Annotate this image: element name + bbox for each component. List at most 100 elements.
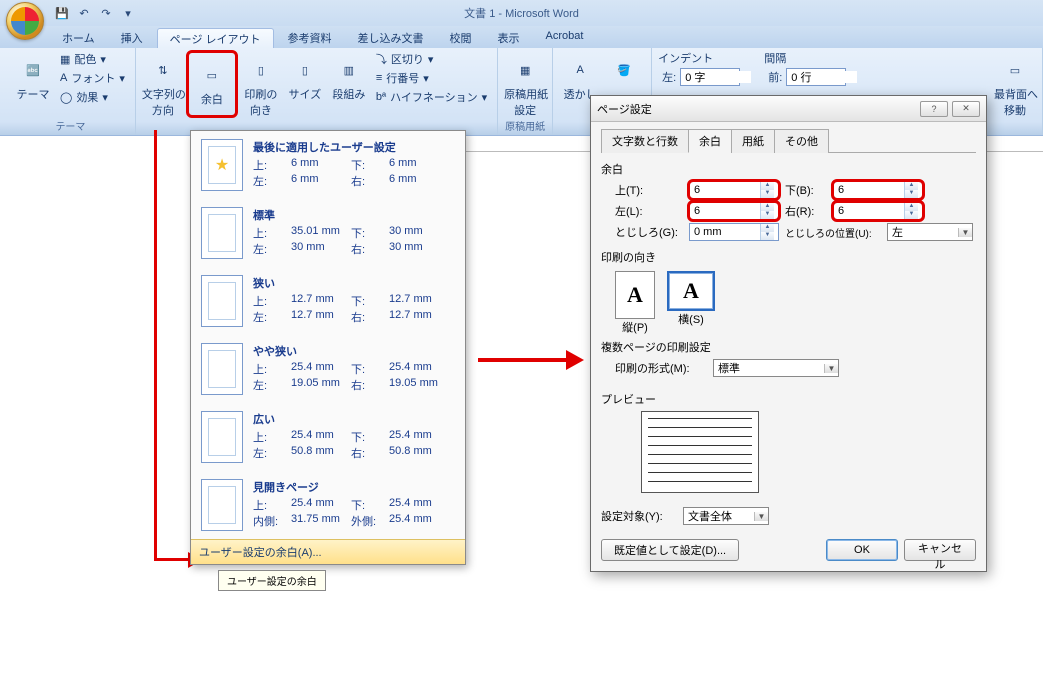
dlg-tab-other[interactable]: その他: [774, 129, 829, 153]
group-manuscript: ▦ 原稿用紙 設定 原稿用紙: [498, 48, 553, 135]
group-themes: 🔤 テーマ ▦配色▾ Aフォント▾ ◯効果▾ テーマ: [6, 48, 136, 135]
page-icon: [201, 343, 243, 395]
margin-right-field[interactable]: ▲▼: [833, 202, 923, 220]
group-page-setup: ⇅ 文字列の 方向 ▭ 余白 ▯ 印刷の 向き ▯ サイズ ▥ 段組み: [136, 48, 498, 135]
dlg-tab-chars[interactable]: 文字数と行数: [601, 129, 689, 153]
watermark-icon: A: [564, 54, 596, 86]
tab-page-layout[interactable]: ページ レイアウト: [157, 28, 274, 48]
send-back-icon: ▭: [999, 54, 1031, 86]
gallery-item-narrow[interactable]: 狭い 上:12.7 mm下:12.7 mm 左:12.7 mm右:12.7 mm: [191, 267, 465, 335]
page-icon: [201, 411, 243, 463]
margin-bottom-field[interactable]: ▲▼: [833, 181, 923, 199]
section-multipage-label: 複数ページの印刷設定: [601, 339, 976, 355]
quick-access-toolbar: 💾 ↶ ↷ ▾: [52, 3, 138, 23]
orientation-landscape[interactable]: A 横(S): [667, 271, 715, 335]
text-direction-icon: ⇅: [147, 54, 179, 86]
gutter-field[interactable]: ▲▼: [689, 223, 779, 241]
custom-margins-item[interactable]: ユーザー設定の余白(A)...: [191, 539, 465, 564]
margins-icon: ▭: [196, 59, 228, 91]
line-numbers-icon: ≡: [376, 72, 382, 84]
dlg-tab-margins[interactable]: 余白: [688, 129, 732, 153]
margin-left-field[interactable]: ▲▼: [689, 202, 779, 220]
tab-insert[interactable]: 挿入: [109, 28, 155, 48]
page-star-icon: [201, 139, 243, 191]
margins-button[interactable]: ▭ 余白: [191, 55, 233, 107]
margins-button-highlight: ▭ 余白: [186, 50, 238, 118]
tab-view[interactable]: 表示: [486, 28, 532, 48]
tab-mailings[interactable]: 差し込み文書: [346, 28, 436, 48]
page-color-icon: 🪣: [608, 54, 640, 86]
title-bar: 💾 ↶ ↷ ▾ 文書 1 - Microsoft Word: [0, 0, 1043, 26]
cancel-button[interactable]: キャンセル: [904, 539, 976, 561]
themes-icon: 🔤: [17, 54, 49, 86]
size-icon: ▯: [289, 54, 321, 86]
manuscript-button[interactable]: ▦ 原稿用紙 設定: [504, 50, 546, 118]
size-button[interactable]: ▯ サイズ: [284, 50, 326, 118]
page-spread-icon: [201, 479, 243, 531]
window-title: 文書 1 - Microsoft Word: [464, 5, 579, 21]
dialog-title: ページ設定: [597, 101, 652, 117]
dialog-help-button[interactable]: ?: [920, 101, 948, 117]
breaks-button[interactable]: ⤵区切り▾: [372, 50, 491, 68]
section-preview-label: プレビュー: [601, 391, 976, 407]
tab-references[interactable]: 参考資料: [276, 28, 344, 48]
tooltip: ユーザー設定の余白: [218, 570, 326, 591]
gallery-item-mirrored[interactable]: 見開きページ 上:25.4 mm下:25.4 mm 内側:31.75 mm外側:…: [191, 471, 465, 539]
breaks-icon: ⤵: [376, 51, 387, 67]
gutter-position-combo[interactable]: 左▼: [887, 223, 973, 241]
tab-acrobat[interactable]: Acrobat: [534, 28, 596, 48]
gallery-item-wide[interactable]: 広い 上:25.4 mm下:25.4 mm 左:50.8 mm右:50.8 mm: [191, 403, 465, 471]
page-icon: [201, 275, 243, 327]
effects-button[interactable]: ◯効果▾: [56, 88, 129, 106]
indent-left-field[interactable]: 左:: [658, 67, 744, 87]
section-margins-label: 余白: [601, 161, 976, 177]
tab-review[interactable]: 校閲: [438, 28, 484, 48]
effects-icon: ◯: [60, 91, 72, 104]
colors-button[interactable]: ▦配色▾: [56, 50, 129, 68]
undo-icon[interactable]: ↶: [74, 3, 94, 23]
qat-customize-icon[interactable]: ▾: [118, 3, 138, 23]
set-default-button[interactable]: 既定値として設定(D)...: [601, 539, 739, 561]
landscape-icon: A: [667, 271, 715, 311]
gallery-item-moderate[interactable]: やや狭い 上:25.4 mm下:25.4 mm 左:19.05 mm右:19.0…: [191, 335, 465, 403]
gallery-item-last-custom[interactable]: 最後に適用したユーザー設定 上:6 mm下:6 mm 左:6 mm右:6 mm: [191, 131, 465, 199]
dlg-tab-paper[interactable]: 用紙: [731, 129, 775, 153]
fonts-button[interactable]: Aフォント▾: [56, 69, 129, 87]
ribbon-tabs: ホーム 挿入 ページ レイアウト 参考資料 差し込み文書 校閲 表示 Acrob…: [0, 26, 1043, 48]
chevron-down-icon: ▼: [958, 228, 972, 237]
manuscript-icon: ▦: [509, 54, 541, 86]
chevron-down-icon: ▼: [824, 364, 838, 373]
spacing-before-field[interactable]: 前:: [764, 67, 850, 87]
section-orientation-label: 印刷の向き: [601, 249, 976, 265]
multipage-combo[interactable]: 標準▼: [713, 359, 839, 377]
annotation-line: [154, 130, 157, 560]
gallery-item-normal[interactable]: 標準 上:35.01 mm下:30 mm 左:30 mm右:30 mm: [191, 199, 465, 267]
annotation-arrow-icon: [478, 358, 568, 362]
tab-home[interactable]: ホーム: [50, 28, 107, 48]
page-setup-dialog: ページ設定 ? ✕ 文字数と行数 余白 用紙 その他 余白 上(T): ▲▼ 下…: [590, 95, 987, 572]
ok-button[interactable]: OK: [826, 539, 898, 561]
columns-button[interactable]: ▥ 段組み: [328, 50, 370, 118]
save-icon[interactable]: 💾: [52, 3, 72, 23]
margin-top-field[interactable]: ▲▼: [689, 181, 779, 199]
palette-icon: ▦: [60, 53, 70, 66]
orientation-icon: ▯: [245, 54, 277, 86]
arrange-button[interactable]: ▭ 最背面へ 移動: [994, 50, 1036, 118]
dialog-close-button[interactable]: ✕: [952, 101, 980, 117]
chevron-down-icon: ▼: [754, 512, 768, 521]
apply-to-combo[interactable]: 文書全体▼: [683, 507, 769, 525]
themes-button[interactable]: 🔤 テーマ: [12, 50, 54, 106]
font-icon: A: [60, 72, 67, 84]
dialog-title-bar: ページ設定 ? ✕: [591, 96, 986, 122]
text-direction-button[interactable]: ⇅ 文字列の 方向: [142, 50, 184, 118]
dialog-tabs: 文字数と行数 余白 用紙 その他: [601, 128, 976, 153]
hyphenation-icon: bª: [376, 91, 386, 103]
portrait-icon: A: [615, 271, 655, 319]
hyphenation-button[interactable]: bªハイフネーション▾: [372, 88, 491, 106]
line-numbers-button[interactable]: ≡行番号▾: [372, 69, 491, 87]
office-button[interactable]: [6, 2, 44, 40]
orientation-portrait[interactable]: A 縦(P): [615, 271, 655, 335]
preview-box: [641, 411, 759, 493]
redo-icon[interactable]: ↷: [96, 3, 116, 23]
orientation-button[interactable]: ▯ 印刷の 向き: [240, 50, 282, 118]
